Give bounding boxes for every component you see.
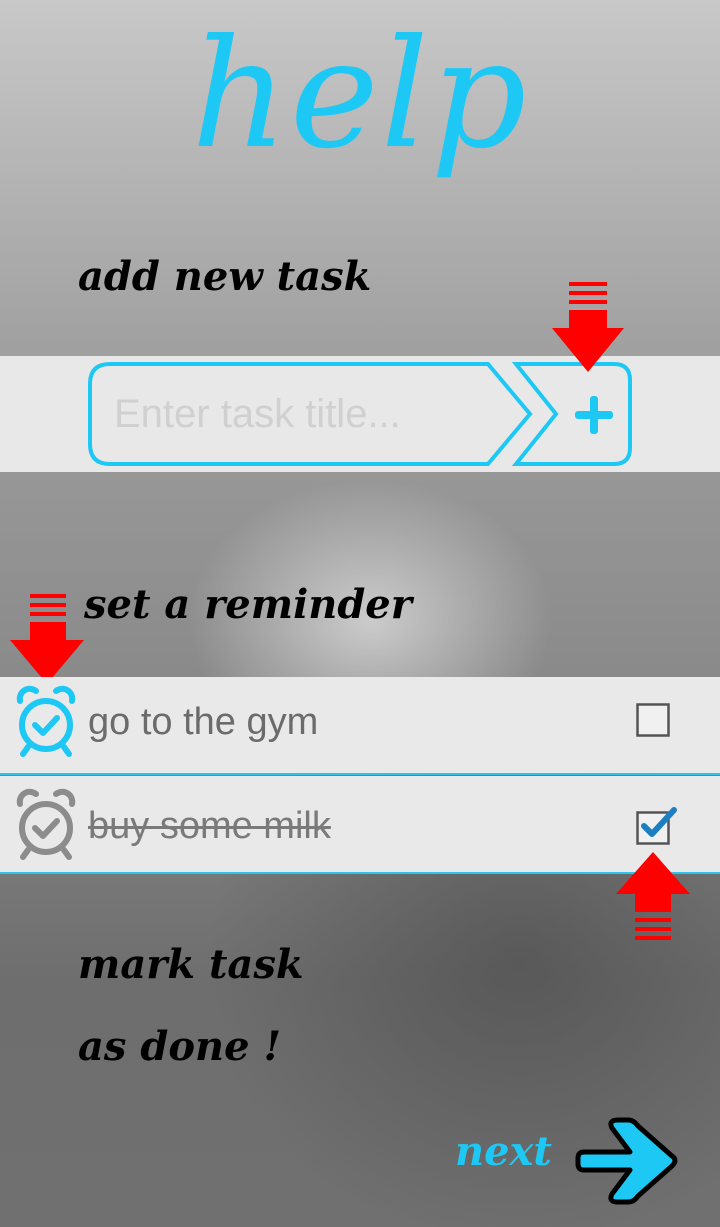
add-task-heading: add new task: [78, 253, 372, 300]
task-title-input[interactable]: [90, 363, 530, 465]
arrow-right-icon: [575, 1117, 678, 1205]
task-checkbox[interactable]: [636, 703, 670, 737]
add-task-button[interactable]: [510, 362, 636, 470]
alarm-clock-icon[interactable]: [14, 685, 78, 757]
task-label: go to the gym: [88, 701, 319, 743]
help-title: help: [191, 8, 529, 182]
red-arrow-icon: [616, 852, 690, 940]
red-arrow-icon: [10, 594, 84, 684]
task-label: buy some milk: [88, 805, 331, 847]
alarm-clock-icon[interactable]: [14, 788, 78, 860]
red-arrow-icon: [552, 282, 624, 372]
next-arrow-button[interactable]: [574, 1114, 686, 1206]
reminder-heading: set a reminder: [84, 581, 412, 628]
next-label[interactable]: next: [455, 1128, 565, 1188]
plus-icon: [575, 396, 613, 434]
mark-done-heading-line2: as done !: [78, 1023, 282, 1070]
mark-done-heading-line1: mark task: [78, 941, 304, 988]
task-checkbox-checked[interactable]: [636, 806, 678, 848]
